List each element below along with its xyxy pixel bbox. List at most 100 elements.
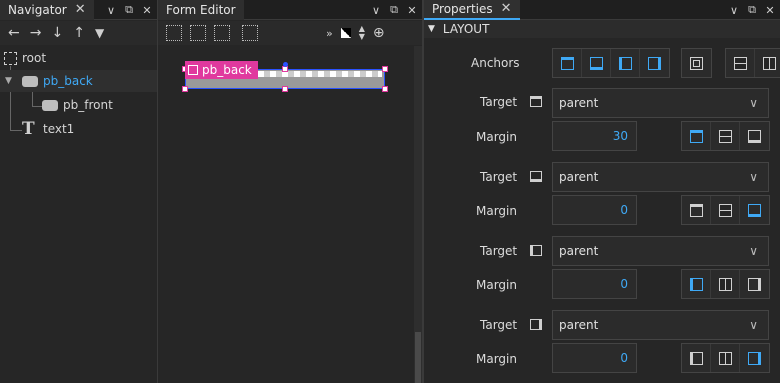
resize-handle[interactable]	[382, 66, 388, 72]
align-right-button[interactable]	[740, 270, 769, 298]
align-top-button[interactable]	[682, 122, 711, 150]
align-left-button[interactable]	[682, 270, 711, 298]
tree-item-pb-back[interactable]: ▼ pb_back	[0, 70, 157, 92]
fill-icon	[690, 56, 703, 70]
align-hcenter-button[interactable]	[711, 344, 740, 372]
margin-input[interactable]: 0	[552, 269, 637, 299]
tree-item-root[interactable]: root	[0, 47, 157, 69]
close-pane-icon[interactable]: ✕	[141, 4, 153, 17]
anchor-vcenter-button[interactable]	[726, 49, 755, 77]
arrow-left-icon[interactable]: ←	[8, 25, 20, 41]
align-center-button[interactable]	[711, 122, 740, 150]
align-bottom-icon	[748, 129, 761, 143]
align-left-icon	[689, 277, 703, 291]
close-pane-icon[interactable]: ✕	[406, 4, 418, 17]
target-label: Target	[480, 170, 518, 184]
target-combobox[interactable]: parent ∨	[552, 162, 769, 192]
align-top-icon	[689, 203, 703, 217]
anchor-left-icon	[530, 245, 542, 256]
resize-tool-icon[interactable]	[214, 25, 230, 41]
float-icon[interactable]: ⧉	[746, 3, 758, 17]
chevron-down-icon[interactable]: ∨	[728, 4, 740, 17]
margin-input[interactable]: 0	[552, 195, 637, 225]
resize-handle[interactable]	[282, 86, 288, 92]
margin-label: Margin	[476, 204, 517, 218]
anchor-fill-button[interactable]	[682, 49, 711, 77]
arrow-right-icon[interactable]: →	[30, 25, 42, 41]
resize-handle[interactable]	[182, 86, 188, 92]
align-right-button[interactable]	[740, 344, 769, 372]
margin-align-buttons	[681, 121, 770, 151]
resize-handle[interactable]	[382, 86, 388, 92]
filter-icon[interactable]: ▼	[95, 26, 104, 40]
tab-navigator[interactable]: Navigator ✕	[0, 0, 94, 20]
close-icon[interactable]: ✕	[501, 0, 512, 19]
margin-input[interactable]: 0	[552, 343, 637, 373]
tree-item-pb-front[interactable]: pb_front	[0, 94, 157, 116]
scrollbar-thumb[interactable]	[415, 332, 421, 383]
properties-pane: Properties ✕ ∨ ⧉ ✕ ▼ LAYOUT Anchors Targ…	[424, 0, 780, 383]
canvas-scrollbar[interactable]	[414, 46, 422, 383]
chevron-down-icon: ∨	[749, 170, 758, 184]
align-bottom-icon	[748, 203, 761, 217]
tree-item-label: root	[22, 51, 47, 65]
anchor-edge-buttons	[552, 48, 670, 78]
tab-form-editor[interactable]: Form Editor	[158, 0, 244, 20]
target-combobox[interactable]: parent ∨	[552, 310, 769, 340]
align-center-icon	[718, 203, 732, 217]
anchors-label: Anchors	[471, 56, 520, 70]
arrow-up-icon[interactable]: ↑	[73, 25, 85, 41]
chevron-down-icon: ∨	[749, 96, 758, 110]
anchor-bottom-button[interactable]	[582, 49, 611, 77]
align-right-icon	[748, 277, 761, 291]
anchor-top-icon	[560, 56, 574, 70]
tree-item-label: pb_back	[43, 74, 93, 88]
arrow-down-icon[interactable]: ↓	[51, 25, 63, 41]
anchor-top-button[interactable]	[553, 49, 582, 77]
align-top-button[interactable]	[682, 196, 711, 224]
margin-align-buttons	[681, 195, 770, 225]
tab-properties[interactable]: Properties ✕	[424, 0, 520, 20]
chevron-down-icon: ∨	[749, 244, 758, 258]
zoom-icon[interactable]: ⊕	[373, 25, 385, 41]
vertical-center-icon	[733, 56, 747, 70]
anchor-left-icon	[618, 56, 632, 70]
float-icon[interactable]: ⧉	[123, 3, 135, 17]
tree-item-text1[interactable]: T text1	[0, 118, 157, 140]
target-combobox[interactable]: parent ∨	[552, 236, 769, 266]
align-hcenter-icon	[718, 351, 732, 365]
margin-input[interactable]: 30	[552, 121, 637, 151]
chevron-down-icon[interactable]: ∨	[370, 4, 382, 17]
section-header[interactable]: ▼ LAYOUT	[424, 20, 780, 38]
anchor-left-button[interactable]	[611, 49, 640, 77]
anchor-hcenter-button[interactable]	[755, 49, 780, 77]
anchor-fill-button-group	[681, 48, 712, 78]
select-icon	[188, 65, 198, 75]
anchor-right-button[interactable]	[640, 49, 669, 77]
selection-tool-icon[interactable]	[242, 25, 258, 41]
target-combobox[interactable]: parent ∨	[552, 88, 769, 118]
close-pane-icon[interactable]: ✕	[764, 4, 776, 17]
align-center-button[interactable]	[711, 196, 740, 224]
checker-strip	[246, 71, 382, 77]
form-editor-pane: Form Editor ∨ ⧉ ✕ » ▲ ▼ ⊕ pb_back	[158, 0, 422, 383]
stepper-icon[interactable]: ▲ ▼	[359, 25, 365, 41]
align-bottom-button[interactable]	[740, 122, 769, 150]
target-value: parent	[559, 96, 599, 110]
selected-item-label: pb_back	[202, 63, 252, 77]
target-value: parent	[559, 318, 599, 332]
more-icon[interactable]: »	[326, 27, 333, 40]
anchor-tool-icon[interactable]	[190, 25, 206, 41]
align-left-button[interactable]	[682, 344, 711, 372]
background-color-icon[interactable]	[340, 28, 351, 38]
align-hcenter-button[interactable]	[711, 270, 740, 298]
transform-tool-icon[interactable]	[166, 25, 182, 41]
target-value: parent	[559, 244, 599, 258]
expand-arrow-icon[interactable]: ▼	[5, 70, 12, 92]
close-icon[interactable]: ✕	[75, 0, 86, 20]
chevron-down-icon[interactable]: ∨	[105, 4, 117, 17]
align-bottom-button[interactable]	[740, 196, 769, 224]
navigator-tabbar: Navigator ✕ ∨ ⧉ ✕	[0, 0, 157, 20]
selected-item-badge[interactable]: pb_back	[185, 61, 258, 79]
float-icon[interactable]: ⧉	[388, 3, 400, 17]
